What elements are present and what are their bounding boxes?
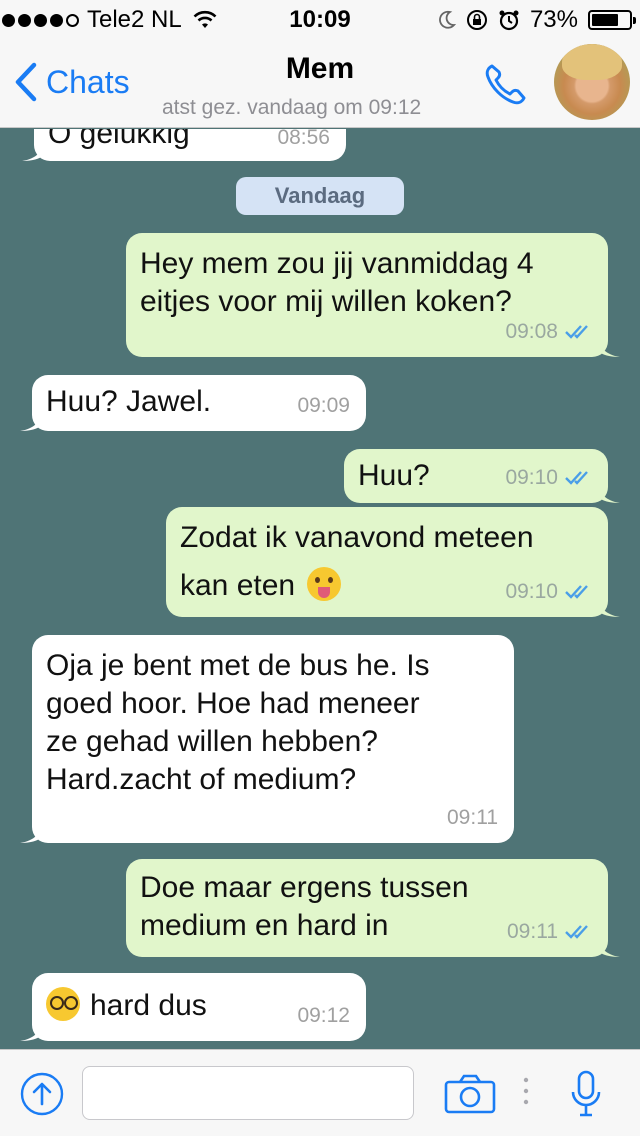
camera-icon[interactable] — [444, 1074, 496, 1114]
message-incoming[interactable]: Huu? Jawel. 09:09 — [20, 375, 366, 431]
contact-name[interactable]: Mem — [0, 52, 640, 86]
bubble-tail — [598, 481, 620, 503]
message-time: 09:11 — [447, 806, 498, 829]
status-bar: Tele2 NL 10:09 73% — [0, 0, 640, 40]
alarm-icon — [499, 10, 519, 31]
battery-icon — [588, 10, 636, 30]
message-time: 09:10 — [505, 466, 558, 489]
message-time: 09:12 — [297, 1004, 350, 1027]
nerd-face-emoji-icon — [46, 987, 80, 1021]
message-text-line: Hard.zacht of medium? — [46, 763, 357, 796]
bubble-tail — [20, 821, 42, 843]
share-attach-icon[interactable] — [20, 1072, 64, 1116]
double-check-icon — [565, 471, 588, 485]
battery-level — [592, 14, 619, 26]
message-list[interactable]: O gelukkig 08:56 Vandaag Hey mem zou jij… — [0, 129, 640, 1049]
message-meta: 09:10 — [505, 459, 594, 497]
message-outgoing[interactable]: Doe maar ergens tussen medium en hard in… — [126, 859, 620, 957]
message-time: 08:56 — [277, 129, 330, 149]
message-meta: 09:11 — [507, 913, 594, 951]
message-text-line: Oja je bent met de bus he. Is — [46, 649, 430, 682]
phone-call-icon[interactable] — [482, 60, 530, 108]
double-check-icon — [565, 925, 588, 939]
message-time: 09:08 — [505, 320, 558, 343]
bubble-tail — [22, 139, 44, 161]
message-text-line: Hey mem zou jij vanmiddag 4 — [140, 247, 534, 280]
bubble-tail — [20, 1019, 42, 1041]
message-incoming[interactable]: O gelukkig 08:56 — [22, 129, 346, 161]
message-text-line: ze gehad willen hebben? — [46, 725, 378, 758]
more-dots-icon — [523, 1077, 529, 1105]
message-outgoing[interactable]: Zodat ik vanavond meteen kan eten 09:10 — [166, 507, 620, 617]
double-check-icon — [565, 325, 588, 339]
message-composer — [0, 1049, 640, 1136]
contact-avatar[interactable] — [554, 44, 630, 120]
message-input[interactable] — [82, 1066, 414, 1120]
message-incoming[interactable]: Oja je bent met de bus he. Is goed hoor.… — [20, 635, 514, 843]
message-meta: 09:10 — [505, 573, 594, 611]
battery-percentage: 73% — [529, 6, 578, 33]
bubble-tail — [598, 335, 620, 357]
bubble-tail — [598, 595, 620, 617]
last-seen-status: atst gez. vandaag om 09:12 — [162, 96, 422, 119]
message-outgoing[interactable]: Huu? 09:10 — [344, 449, 620, 503]
date-separator: Vandaag — [236, 177, 404, 215]
tongue-face-emoji-icon — [307, 567, 342, 601]
rotation-lock-icon — [466, 10, 487, 30]
message-outgoing[interactable]: Hey mem zou jij vanmiddag 4 eitjes voor … — [126, 233, 620, 357]
message-text: hard dus — [90, 989, 207, 1022]
message-time: 09:11 — [507, 920, 558, 943]
message-meta: 09:08 — [505, 313, 594, 351]
message-time: 09:10 — [505, 580, 558, 603]
microphone-icon[interactable] — [570, 1070, 602, 1118]
message-text-line: goed hoor. Hoe had meneer — [46, 687, 420, 720]
message-text-line: Doe maar ergens tussen — [140, 871, 469, 904]
moon-icon — [439, 10, 456, 29]
bubble-tail — [20, 409, 42, 431]
message-text-line: Zodat ik vanavond meteen — [180, 521, 534, 554]
bubble-tail — [598, 935, 620, 957]
message-text-fragment: kan eten — [180, 569, 296, 602]
status-right: 73% — [438, 6, 636, 34]
message-incoming[interactable]: hard dus 09:12 — [20, 973, 366, 1041]
double-check-icon — [565, 585, 588, 599]
message-time: 09:09 — [297, 394, 350, 417]
chat-header: Chats Mem atst gez. vandaag om 09:12 — [0, 40, 640, 128]
